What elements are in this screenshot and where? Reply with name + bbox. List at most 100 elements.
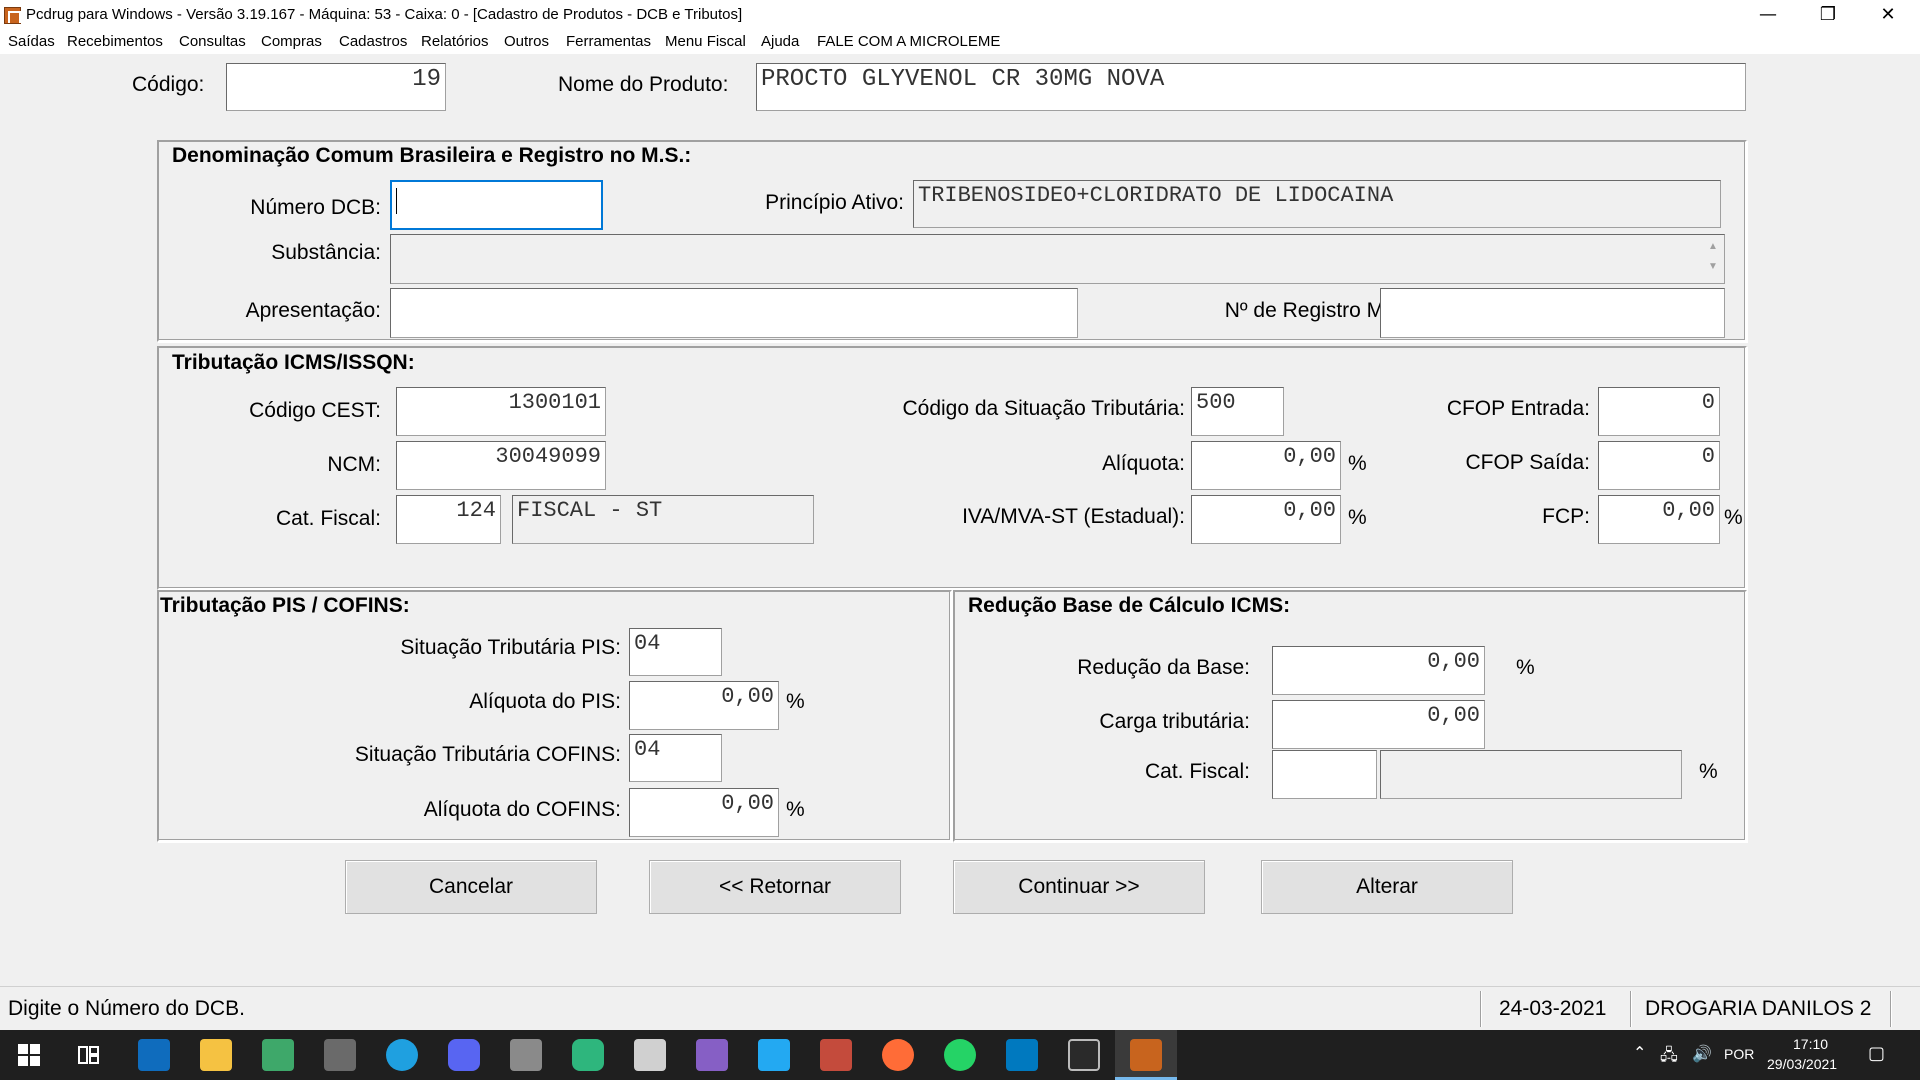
- dcb-group-title: Denominação Comum Brasileira e Registro …: [172, 144, 692, 167]
- cat-fiscal-code-field[interactable]: 124: [396, 495, 501, 544]
- windows-start-icon[interactable]: [18, 1044, 40, 1066]
- alterar-button[interactable]: Alterar: [1261, 860, 1513, 914]
- close-button[interactable]: ✕: [1860, 0, 1916, 30]
- fcp-field[interactable]: 0,00: [1598, 495, 1720, 544]
- reducao-base-group-title: Redução Base de Cálculo ICMS:: [968, 594, 1291, 617]
- continuar-button[interactable]: Continuar >>: [953, 860, 1205, 914]
- aliquota-label: Alíquota:: [1102, 452, 1185, 475]
- scroll-down-icon[interactable]: ▼: [1703, 257, 1723, 277]
- edge-icon[interactable]: [386, 1039, 418, 1071]
- reducao-cat-fiscal-label: Cat. Fiscal:: [1144, 760, 1250, 783]
- aliquota-cofins-percent: %: [786, 798, 805, 821]
- iva-field[interactable]: 0,00: [1191, 495, 1341, 544]
- st-pis-field[interactable]: 04: [629, 628, 722, 676]
- apresentacao-label: Apresentação:: [245, 299, 381, 322]
- reducao-base-percent: %: [1516, 656, 1535, 679]
- visual-studio-icon[interactable]: [696, 1039, 728, 1071]
- vscode-icon[interactable]: [758, 1039, 790, 1071]
- pis-cofins-group-title: Tributação PIS / COFINS:: [160, 594, 410, 617]
- principio-ativo-label: Princípio Ativo:: [765, 191, 904, 214]
- substancia-field[interactable]: [390, 234, 1725, 284]
- trello-icon[interactable]: [1006, 1039, 1038, 1071]
- icms-group-title: Tributação ICMS/ISSQN:: [172, 351, 415, 374]
- carga-tributaria-label: Carga tributária:: [1099, 710, 1250, 733]
- maximize-button[interactable]: ❐: [1800, 0, 1856, 30]
- language-indicator[interactable]: POR: [1724, 1046, 1754, 1062]
- menu-relatorios[interactable]: Relatórios: [421, 33, 489, 50]
- minimize-button[interactable]: —: [1740, 0, 1796, 30]
- postman-icon[interactable]: [882, 1039, 914, 1071]
- devices-icon[interactable]: [634, 1039, 666, 1071]
- menu-recebimentos[interactable]: Recebimentos: [67, 33, 163, 50]
- cest-field[interactable]: 1300101: [396, 387, 606, 436]
- iva-percent: %: [1348, 506, 1367, 529]
- aliquota-field[interactable]: 0,00: [1191, 441, 1341, 490]
- fcp-label: FCP:: [1542, 505, 1590, 528]
- carga-tributaria-field[interactable]: 0,00: [1272, 700, 1485, 749]
- cst-label: Código da Situação Tributária:: [902, 397, 1185, 420]
- scroll-up-icon[interactable]: ▲: [1703, 237, 1723, 257]
- nome-produto-field[interactable]: PROCTO GLYVENOL CR 30MG NOVA: [756, 63, 1746, 111]
- cfop-saida-label: CFOP Saída:: [1465, 451, 1590, 474]
- app-icon: [4, 7, 21, 24]
- principio-ativo-field[interactable]: TRIBENOSIDEO+CLORIDRATO DE LIDOCAINA: [913, 180, 1721, 228]
- menu-fiscal[interactable]: Menu Fiscal: [665, 33, 746, 50]
- ncm-label: NCM:: [327, 453, 381, 476]
- cfop-entrada-field[interactable]: 0: [1598, 387, 1720, 436]
- menu-fale-conosco[interactable]: FALE COM A MICROLEME: [817, 33, 1000, 50]
- clock-time[interactable]: 17:10: [1793, 1036, 1828, 1052]
- st-cofins-field[interactable]: 04: [629, 734, 722, 782]
- codigo-field[interactable]: 19: [226, 63, 446, 111]
- cst-field[interactable]: 500: [1191, 387, 1284, 436]
- status-separator: [1630, 991, 1632, 1027]
- menu-consultas[interactable]: Consultas: [179, 33, 246, 50]
- registro-ms-field[interactable]: [1380, 288, 1725, 338]
- outlook-icon[interactable]: [138, 1039, 170, 1071]
- cfop-saida-field[interactable]: 0: [1598, 441, 1720, 490]
- tray-chevron-icon[interactable]: ⌃: [1633, 1043, 1646, 1063]
- menu-ferramentas[interactable]: Ferramentas: [566, 33, 651, 50]
- reducao-cat-fiscal-percent: %: [1699, 760, 1718, 783]
- aliquota-cofins-field[interactable]: 0,00: [629, 788, 779, 837]
- taskbar: ⌃ 🖧 🔊 POR 17:10 29/03/2021 ▢: [0, 1030, 1920, 1080]
- ncm-field[interactable]: 30049099: [396, 441, 606, 490]
- menu-saidas[interactable]: Saídas: [8, 33, 55, 50]
- cancelar-button[interactable]: Cancelar: [345, 860, 597, 914]
- file-explorer-icon[interactable]: [200, 1039, 232, 1071]
- menu-outros[interactable]: Outros: [504, 33, 549, 50]
- title-bar: Pcdrug para Windows - Versão 3.19.167 - …: [0, 0, 1920, 30]
- st-pis-label: Situação Tributária PIS:: [400, 636, 621, 659]
- remote-icon[interactable]: [820, 1039, 852, 1071]
- st-cofins-label: Situação Tributária COFINS:: [354, 743, 621, 766]
- slack-icon[interactable]: [572, 1039, 604, 1071]
- discord-icon[interactable]: [448, 1039, 480, 1071]
- menu-compras[interactable]: Compras: [261, 33, 322, 50]
- reducao-base-field[interactable]: 0,00: [1272, 646, 1485, 695]
- archive-icon[interactable]: [510, 1039, 542, 1071]
- apresentacao-field[interactable]: [390, 288, 1078, 338]
- whatsapp-icon[interactable]: [944, 1039, 976, 1071]
- status-message: Digite o Número do DCB.: [8, 997, 245, 1020]
- status-date: 24-03-2021: [1499, 997, 1607, 1020]
- status-separator: [1480, 991, 1482, 1027]
- task-view-icon[interactable]: [78, 1045, 100, 1065]
- pcdrug-icon: [1130, 1039, 1162, 1071]
- cfop-entrada-label: CFOP Entrada:: [1446, 397, 1590, 420]
- retornar-button[interactable]: << Retornar: [649, 860, 901, 914]
- aliquota-pis-field[interactable]: 0,00: [629, 681, 779, 730]
- terminal-icon[interactable]: [1068, 1039, 1100, 1071]
- volume-icon[interactable]: 🔊: [1692, 1044, 1712, 1064]
- pcdrug-taskbar-item[interactable]: [1115, 1030, 1177, 1080]
- network-icon[interactable]: 🖧: [1660, 1044, 1678, 1071]
- numero-dcb-label: Número DCB:: [250, 196, 381, 219]
- menu-ajuda[interactable]: Ajuda: [761, 33, 799, 50]
- reducao-cat-fiscal-code-field[interactable]: [1272, 750, 1377, 799]
- substancia-label: Substância:: [271, 241, 381, 264]
- editor-icon[interactable]: [262, 1039, 294, 1071]
- clock-date[interactable]: 29/03/2021: [1767, 1056, 1837, 1072]
- app-icon[interactable]: [324, 1039, 356, 1071]
- numero-dcb-field[interactable]: [390, 180, 603, 230]
- menu-cadastros[interactable]: Cadastros: [339, 33, 407, 50]
- notifications-icon[interactable]: ▢: [1868, 1043, 1885, 1064]
- substancia-scrollbar[interactable]: ▲ ▼: [1703, 237, 1723, 281]
